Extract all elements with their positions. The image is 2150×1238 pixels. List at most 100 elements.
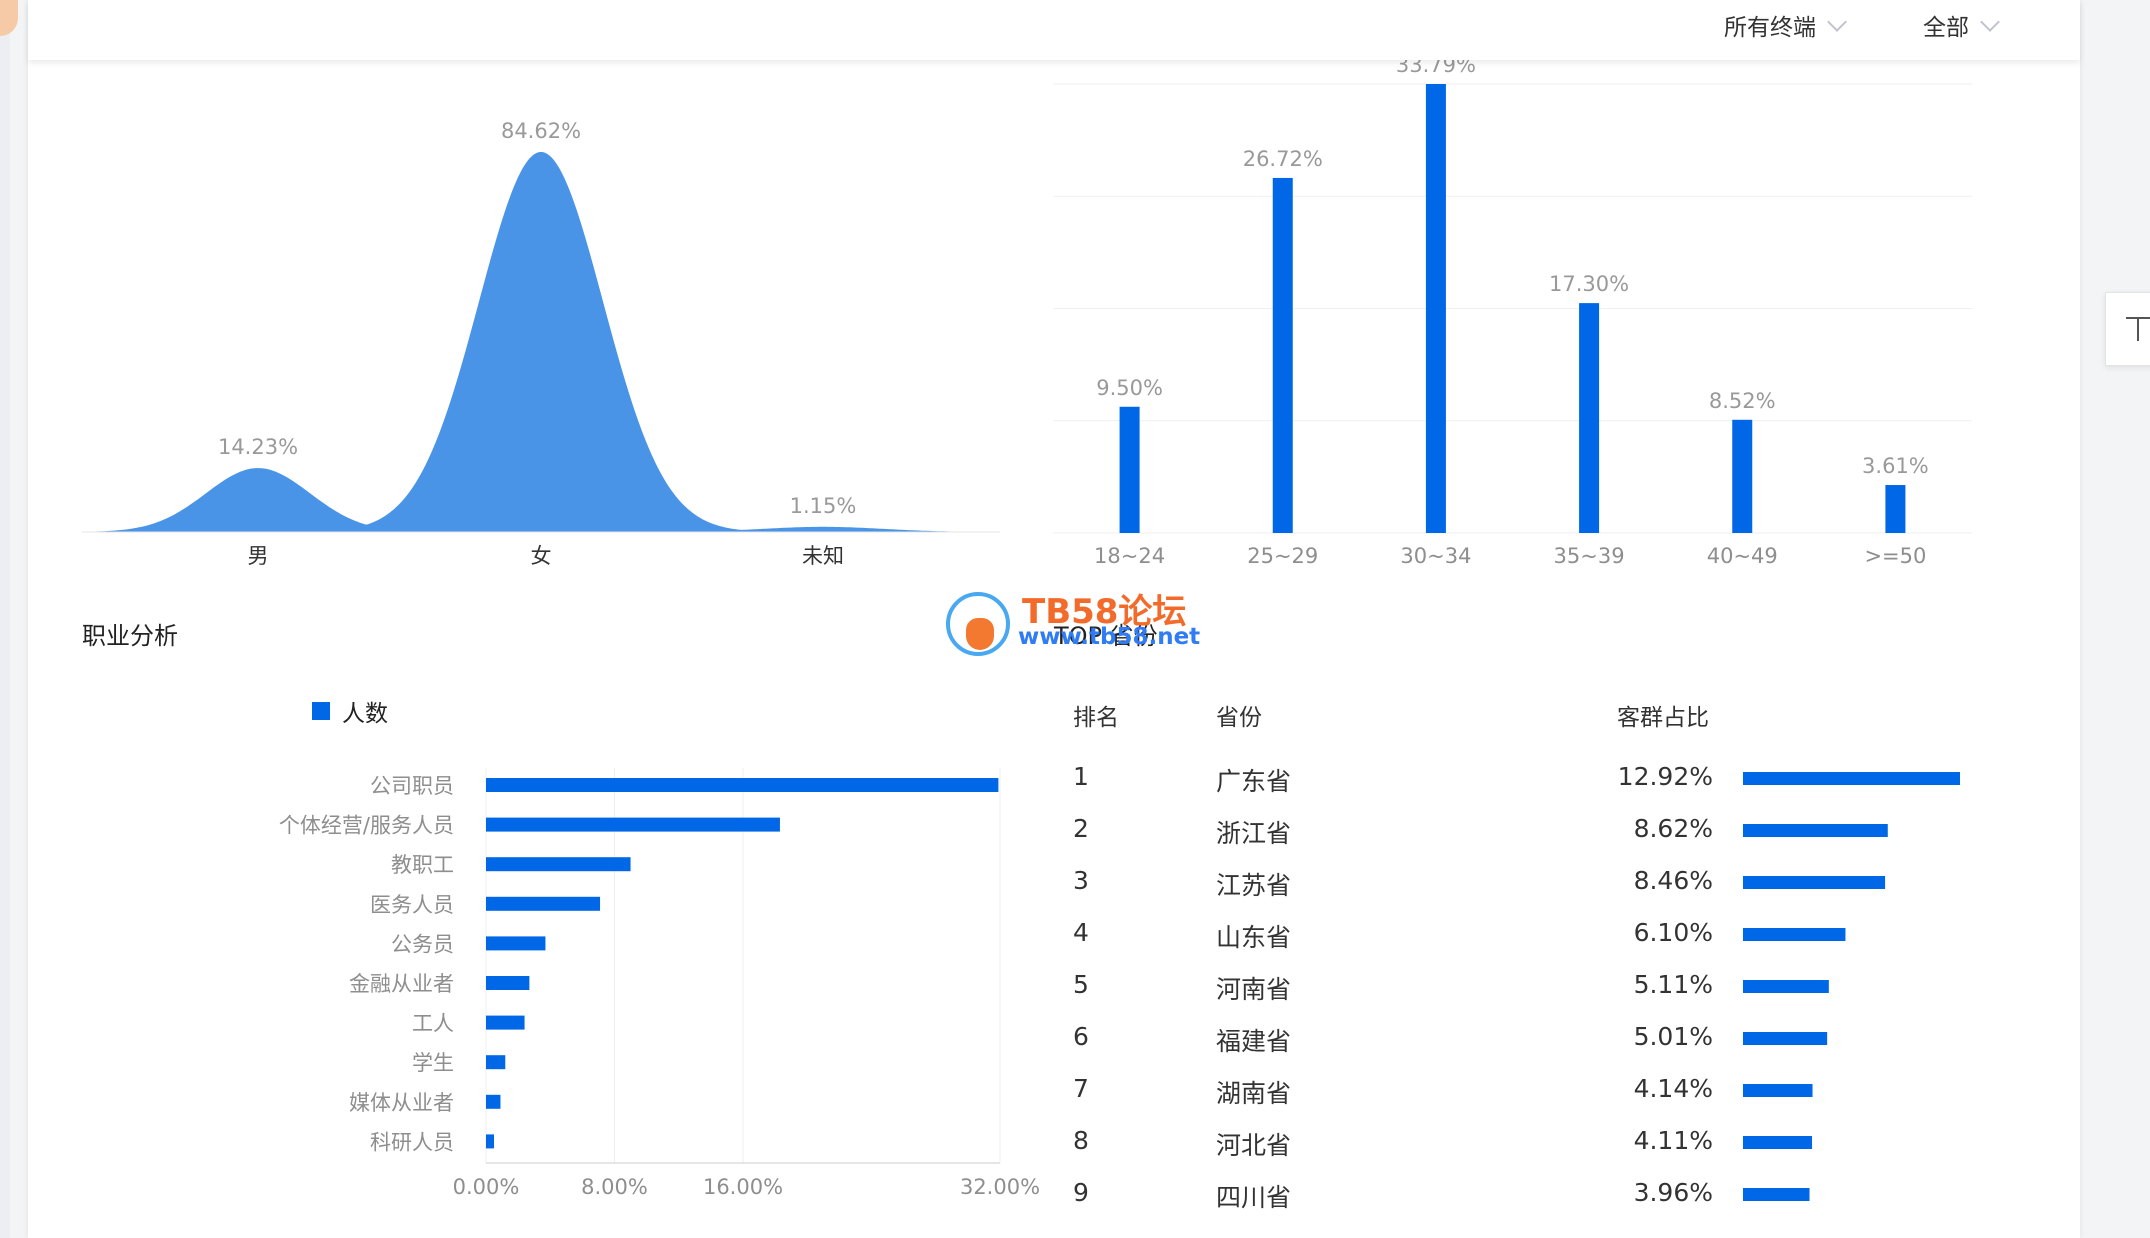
province-share-bar bbox=[1743, 772, 1960, 785]
age-distribution-chart: 9.50%18~2426.72%25~2933.79%30~3417.30%35… bbox=[1053, 53, 1972, 568]
gender-data-label: 84.62% bbox=[501, 119, 581, 143]
legend-swatch bbox=[312, 702, 330, 720]
col-header-rank: 排名 bbox=[1073, 705, 1119, 731]
province-share: 12.92% bbox=[1617, 762, 1713, 791]
province-share-bar bbox=[1743, 928, 1846, 941]
occupation-section-title: 职业分析 bbox=[82, 622, 178, 650]
province-rank: 5 bbox=[1073, 970, 1089, 999]
legend-label: 人数 bbox=[342, 701, 388, 727]
occ-tick-label: 8.00% bbox=[581, 1175, 648, 1199]
province-share: 5.01% bbox=[1633, 1022, 1713, 1051]
age-tick-label: 30~34 bbox=[1400, 544, 1471, 568]
province-share: 3.96% bbox=[1633, 1178, 1713, 1207]
scope-filter-label: 全部 bbox=[1923, 15, 1969, 41]
province-name: 江苏省 bbox=[1216, 871, 1292, 900]
occ-bar bbox=[486, 976, 530, 990]
age-bar bbox=[1885, 485, 1906, 533]
age-data-label: 9.50% bbox=[1096, 376, 1163, 400]
occ-bar bbox=[486, 1015, 525, 1030]
age-bar bbox=[1579, 303, 1600, 533]
occ-category-label: 公司职员 bbox=[370, 774, 454, 798]
province-share-bar bbox=[1743, 980, 1829, 993]
province-share: 5.11% bbox=[1633, 970, 1713, 999]
occ-category-label: 医务人员 bbox=[370, 893, 454, 917]
watermark-logo-icon bbox=[946, 592, 1010, 656]
province-rank: 7 bbox=[1073, 1074, 1089, 1103]
province-share: 4.11% bbox=[1633, 1126, 1713, 1155]
age-data-label: 3.61% bbox=[1862, 454, 1929, 478]
filter-bar: 所有终端 全部 bbox=[28, 0, 2080, 60]
province-share-bar bbox=[1743, 1188, 1810, 1201]
province-share: 8.46% bbox=[1633, 866, 1713, 895]
province-share-bars bbox=[1743, 772, 1960, 1201]
age-data-label: 17.30% bbox=[1549, 272, 1629, 296]
gender-distribution-chart: 14.23% 男 84.62% 女 1.15% 未知 bbox=[82, 119, 1000, 568]
occ-bar bbox=[486, 857, 631, 872]
occ-category-label: 媒体从业者 bbox=[349, 1091, 454, 1115]
province-share: 6.10% bbox=[1633, 918, 1713, 947]
occ-category-label: 金融从业者 bbox=[349, 972, 454, 996]
province-name: 福建省 bbox=[1216, 1027, 1292, 1056]
col-header-share: 客群占比 bbox=[1617, 705, 1709, 731]
age-bar bbox=[1732, 419, 1753, 533]
province-name: 广东省 bbox=[1216, 767, 1292, 796]
occ-category-label: 学生 bbox=[412, 1051, 454, 1075]
occ-bar bbox=[486, 1134, 495, 1149]
province-rank: 9 bbox=[1073, 1178, 1089, 1207]
gender-area bbox=[82, 152, 1000, 532]
age-tick-label: 35~39 bbox=[1554, 544, 1625, 568]
province-rank: 2 bbox=[1073, 814, 1089, 843]
province-share-bar bbox=[1743, 1032, 1828, 1045]
age-data-label: 8.52% bbox=[1709, 389, 1776, 413]
occ-bar bbox=[486, 817, 780, 832]
province-rank: 3 bbox=[1073, 866, 1089, 895]
province-share-bar bbox=[1743, 824, 1888, 837]
province-share-bar bbox=[1743, 876, 1886, 889]
back-to-top-button[interactable] bbox=[2105, 292, 2150, 366]
occ-tick-label: 0.00% bbox=[453, 1175, 520, 1199]
watermark-url: www.tb58.net bbox=[1018, 624, 1201, 650]
province-rank: 1 bbox=[1073, 762, 1089, 791]
occ-bar bbox=[486, 1094, 501, 1109]
age-bar bbox=[1272, 177, 1293, 533]
gender-data-label: 14.23% bbox=[218, 435, 298, 459]
province-name: 河南省 bbox=[1216, 975, 1292, 1004]
terminal-filter-dropdown[interactable]: 所有终端 bbox=[1724, 8, 1847, 42]
province-rank: 8 bbox=[1073, 1126, 1089, 1155]
occ-category-label: 工人 bbox=[412, 1012, 454, 1036]
occ-bar bbox=[486, 896, 601, 911]
gender-tick-label: 男 bbox=[248, 544, 269, 568]
age-tick-label: 18~24 bbox=[1094, 544, 1165, 568]
province-share-bar bbox=[1743, 1084, 1813, 1097]
col-header-province: 省份 bbox=[1216, 705, 1262, 731]
age-tick-label: >=50 bbox=[1864, 544, 1926, 568]
chevron-down-icon bbox=[1980, 12, 2000, 32]
occ-category-label: 个体经营/服务人员 bbox=[279, 814, 454, 838]
province-share: 8.62% bbox=[1633, 814, 1713, 843]
occ-tick-label: 32.00% bbox=[960, 1175, 1040, 1199]
age-tick-label: 40~49 bbox=[1707, 544, 1778, 568]
province-share-bar bbox=[1743, 1136, 1813, 1149]
terminal-filter-label: 所有终端 bbox=[1724, 15, 1816, 41]
occupation-chart: 0.00% 8.00% 16.00% 32.00% 公司职员个体经营/服务人员教职工医务… bbox=[279, 768, 1040, 1199]
scope-filter-dropdown[interactable]: 全部 bbox=[1923, 8, 2000, 42]
gender-tick-label: 未知 bbox=[802, 544, 844, 568]
occ-bar bbox=[486, 778, 999, 792]
occ-bar bbox=[486, 936, 546, 951]
occ-category-label: 教职工 bbox=[391, 853, 454, 877]
province-name: 四川省 bbox=[1216, 1183, 1292, 1212]
occ-bar bbox=[486, 1055, 506, 1070]
province-rank: 6 bbox=[1073, 1022, 1089, 1051]
province-name: 浙江省 bbox=[1216, 819, 1292, 848]
age-tick-label: 25~29 bbox=[1247, 544, 1318, 568]
occ-tick-label: 16.00% bbox=[703, 1175, 783, 1199]
age-bar bbox=[1119, 406, 1140, 533]
gender-tick-label: 女 bbox=[531, 544, 552, 568]
age-bar bbox=[1425, 84, 1446, 533]
occupation-legend[interactable]: 人数 bbox=[312, 694, 388, 728]
province-name: 山东省 bbox=[1216, 923, 1292, 952]
gender-data-label: 1.15% bbox=[790, 494, 857, 518]
chevron-down-icon bbox=[1827, 12, 1847, 32]
province-name: 河北省 bbox=[1216, 1131, 1292, 1160]
occ-category-label: 科研人员 bbox=[370, 1130, 454, 1154]
